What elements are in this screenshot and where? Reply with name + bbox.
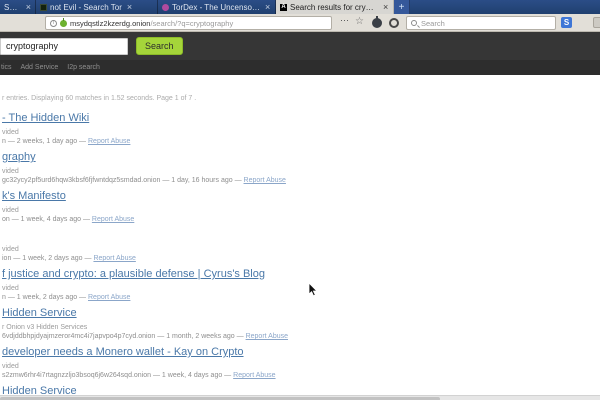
result-url-line: s2zmw6rhr4i7rtagnzzljo3bsoq6j6w264sqd.on… — [2, 371, 600, 380]
result-meta: 6vdjddbhpjdyajmzeror4mc4i7japvpo4p7cyd.o… — [2, 333, 246, 340]
report-abuse-link[interactable]: Report Abuse — [244, 177, 286, 184]
result-meta: n — 2 weeks, 1 day ago — — [2, 138, 88, 145]
new-tab-button[interactable]: + — [394, 0, 410, 14]
result-title-link[interactable]: - The Hidden Wiki — [2, 112, 89, 125]
tab-close-icon[interactable]: × — [127, 3, 132, 12]
tordex-favicon — [162, 4, 169, 11]
result-url-line: n — 1 week, 2 days ago — Report Abuse — [2, 293, 600, 302]
result-meta: on — 1 week, 4 days ago — — [2, 216, 92, 223]
navigation-toolbar: i msydqstlz2kzerdg.onion/search/?q=crypt… — [0, 14, 600, 32]
site-nav: tics Add Service I2p search — [0, 60, 600, 75]
notevil-favicon — [40, 4, 47, 11]
result-title-link[interactable]: f justice and crypto: a plausible defens… — [2, 268, 265, 281]
tab-close-icon[interactable]: × — [383, 3, 388, 12]
site-header: Search — [0, 32, 600, 60]
tab-title: TorDex - The Uncensored Tor Index — [172, 3, 260, 12]
site-search-button[interactable]: Search — [136, 37, 183, 55]
page-actions-icon[interactable]: ⋯ — [340, 15, 350, 26]
site-search-input[interactable] — [0, 38, 128, 55]
result-description: vided — [2, 362, 600, 371]
result-url-line: 6vdjddbhpjdyajmzeror4mc4i7japvpo4p7cyd.o… — [2, 332, 600, 341]
result-url-line: on — 1 week, 4 days ago — Report Abuse — [2, 215, 600, 224]
overflow-toolbar-icon[interactable] — [593, 17, 600, 28]
result-item: vided ion — 1 week, 2 days ago — Report … — [2, 229, 600, 263]
result-item: - The Hidden Wiki vided n — 2 weeks, 1 d… — [2, 112, 600, 146]
horizontal-scrollbar[interactable] — [0, 395, 600, 400]
results-stats-line: r entries. Displaying 60 matches in 1.52… — [2, 95, 600, 102]
report-abuse-link[interactable]: Report Abuse — [246, 333, 288, 340]
nav-link-statistics[interactable]: tics — [1, 64, 12, 71]
result-item: k's Manifesto vided on — 1 week, 4 days … — [2, 190, 600, 224]
tab-title: not Evil - Search Tor — [50, 3, 122, 12]
result-url-line: gc32ycy2pf5urd6hqw3kbsf6fjfwntdqz5smdad.… — [2, 176, 600, 185]
result-description: vided — [2, 284, 600, 293]
result-description: vided — [2, 128, 600, 137]
onion-site-icon[interactable] — [60, 20, 67, 27]
report-abuse-link[interactable]: Report Abuse — [93, 255, 135, 262]
tab-close-icon[interactable]: × — [265, 3, 270, 12]
result-url-line: n — 2 weeks, 1 day ago — Report Abuse — [2, 137, 600, 146]
tab-notevil[interactable]: not Evil - Search Tor × — [36, 0, 158, 14]
results-area: r entries. Displaying 60 matches in 1.52… — [0, 75, 600, 398]
url-path: /search/?q=cryptography — [150, 19, 233, 28]
result-description: vided — [2, 206, 600, 215]
tab-search[interactable]: Search! × — [0, 0, 36, 14]
result-description: vided — [2, 245, 600, 254]
result-item: Hidden Service r Onion v3 Hidden Service… — [2, 307, 600, 341]
report-abuse-link[interactable]: Report Abuse — [92, 216, 134, 223]
result-item: graphy vided gc32ycy2pf5urd6hqw3kbsf6fjf… — [2, 151, 600, 185]
result-meta: s2zmw6rhr4i7rtagnzzljo3bsoq6j6w264sqd.on… — [2, 372, 233, 379]
bookmark-star-icon[interactable]: ☆ — [355, 16, 364, 28]
ahmia-favicon: A — [280, 4, 287, 11]
url-bar[interactable]: i msydqstlz2kzerdg.onion/search/?q=crypt… — [45, 16, 332, 30]
report-abuse-link[interactable]: Report Abuse — [233, 372, 275, 379]
result-title-link[interactable]: Hidden Service — [2, 307, 77, 320]
tab-title: Search! — [4, 3, 21, 12]
nav-link-add-service[interactable]: Add Service — [21, 64, 59, 71]
url-text: msydqstlz2kzerdg.onion/search/?q=cryptog… — [70, 19, 233, 28]
noscript-icon[interactable]: S — [561, 17, 572, 28]
result-description: r Onion v3 Hidden Services — [2, 323, 600, 332]
result-meta: n — 1 week, 2 days ago — — [2, 294, 88, 301]
result-meta: ion — 1 week, 2 days ago — — [2, 255, 93, 262]
tab-bar: Search! × not Evil - Search Tor × TorDex… — [0, 0, 600, 14]
search-icon — [411, 20, 417, 26]
browser-search-field[interactable]: Search — [406, 16, 556, 30]
tab-close-icon[interactable]: × — [26, 3, 31, 12]
result-item: f justice and crypto: a plausible defens… — [2, 268, 600, 302]
result-url-line: ion — 1 week, 2 days ago — Report Abuse — [2, 254, 600, 263]
result-title-link[interactable]: developer needs a Monero wallet - Kay on… — [2, 346, 244, 359]
result-description: vided — [2, 167, 600, 176]
site-info-icon[interactable]: i — [50, 20, 57, 27]
tab-title: Search results for cryptography — [290, 3, 378, 12]
url-domain: msydqstlz2kzerdg.onion — [70, 19, 150, 28]
extension-ring-icon[interactable] — [389, 18, 399, 28]
result-title-link[interactable]: k's Manifesto — [2, 190, 66, 203]
report-abuse-link[interactable]: Report Abuse — [88, 138, 130, 145]
search-placeholder: Search — [421, 19, 445, 28]
nav-link-i2p-search[interactable]: I2p search — [67, 64, 100, 71]
tab-ahmia-active[interactable]: A Search results for cryptography × — [276, 0, 394, 14]
tab-tordex[interactable]: TorDex - The Uncensored Tor Index × — [158, 0, 276, 14]
torbutton-onion-icon[interactable] — [372, 18, 382, 28]
result-item: developer needs a Monero wallet - Kay on… — [2, 346, 600, 380]
result-title-link[interactable]: graphy — [2, 151, 36, 164]
result-meta: gc32ycy2pf5urd6hqw3kbsf6fjfwntdqz5smdad.… — [2, 177, 244, 184]
report-abuse-link[interactable]: Report Abuse — [88, 294, 130, 301]
